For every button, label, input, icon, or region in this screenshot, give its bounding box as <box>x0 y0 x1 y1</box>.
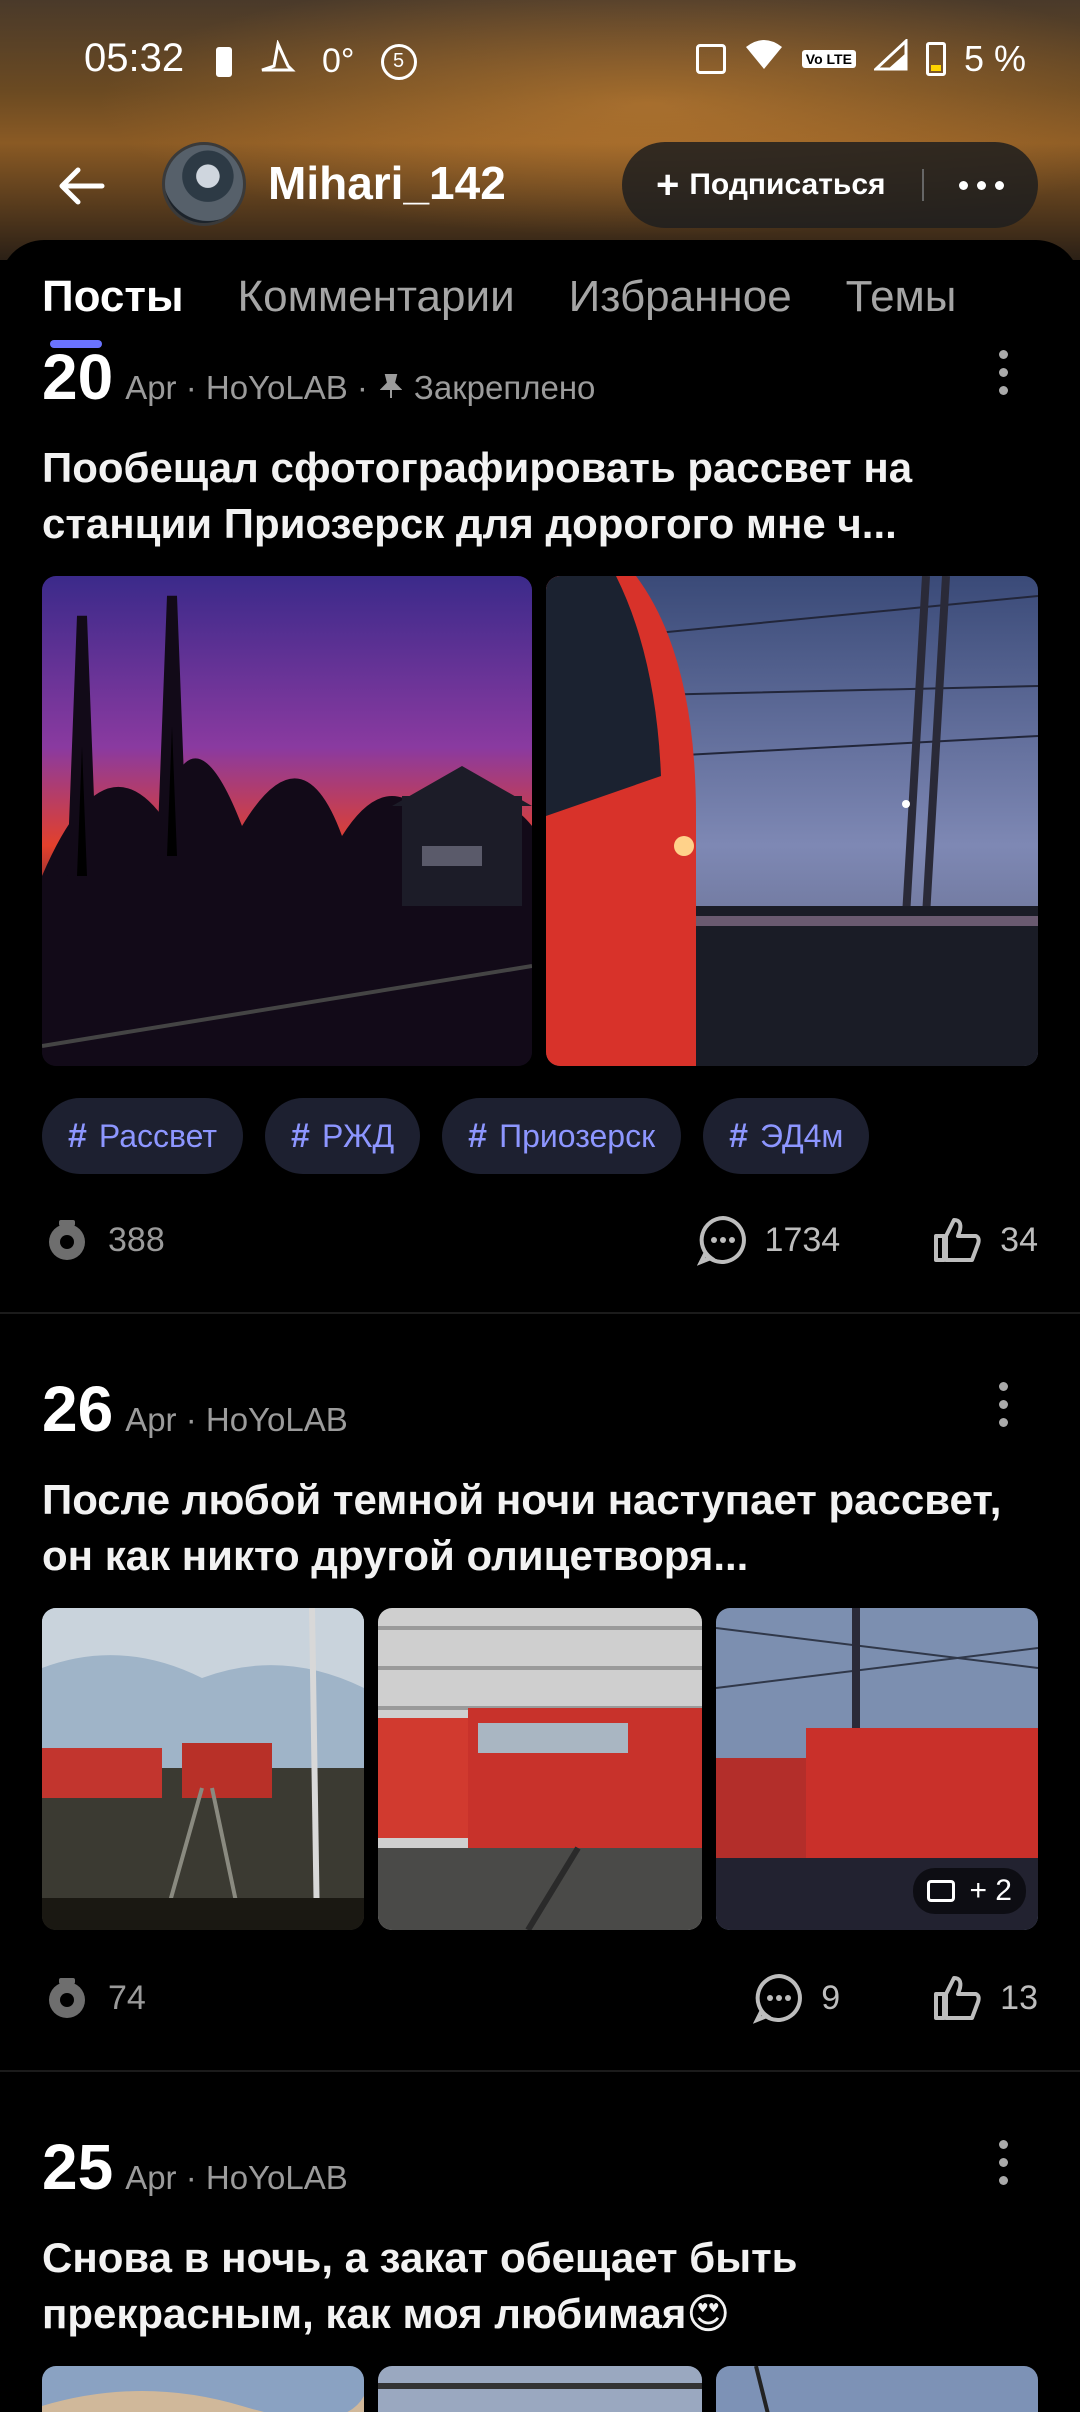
comments-count: 1734 <box>764 1220 841 1259</box>
status-right-icons: Vo LTE 5 % <box>695 37 1026 80</box>
hash-icon: # <box>291 1116 310 1155</box>
image-stack-icon <box>927 1880 956 1902</box>
post-image[interactable] <box>378 1608 702 1930</box>
tab-favorites[interactable]: Избранное <box>569 272 792 322</box>
post-image[interactable] <box>378 2366 702 2412</box>
comment-icon <box>753 1973 803 2024</box>
post-meta: 20 Apr · HoYoLAB · Закреплено <box>42 340 595 414</box>
post-meta: 26 Apr · HoYoLAB <box>42 1372 348 1446</box>
pinned-label: Закреплено <box>413 369 596 406</box>
like-button[interactable]: 13 <box>932 1972 1038 2024</box>
more-options-button[interactable] <box>924 180 1038 190</box>
signal-icon <box>872 37 908 80</box>
pin-icon <box>379 369 403 407</box>
comment-icon <box>696 1215 746 1266</box>
battery-icon <box>925 42 946 76</box>
post-meta: 25 Apr · HoYoLAB <box>42 2130 348 2204</box>
status-time: 05:32 <box>84 36 185 80</box>
post-source: Apr · HoYoLAB <box>125 2159 348 2196</box>
views-count: 74 <box>108 1978 146 2017</box>
volte-icon: Vo LTE <box>801 50 856 68</box>
follow-button[interactable]: + Подписаться <box>622 163 922 207</box>
status-temperature: 0° <box>322 42 355 80</box>
follow-label: Подписаться <box>689 168 886 201</box>
views-stat: 388 <box>42 1218 165 1262</box>
post-menu-button[interactable] <box>998 2140 1008 2185</box>
post-card[interactable]: 26 Apr · HoYoLAB После любой темной ночи… <box>0 1372 1080 1579</box>
more-images-count: + 2 <box>969 1874 1012 1907</box>
post-image[interactable]: + 2 <box>716 1608 1038 1930</box>
tag-chip[interactable]: # Рассвет <box>42 1098 244 1174</box>
views-eye-icon <box>49 1978 85 2018</box>
hash-icon: # <box>729 1116 749 1155</box>
tab-comments[interactable]: Комментарии <box>238 272 515 322</box>
comments-count: 9 <box>821 1978 841 2017</box>
post-source: Apr · HoYoLAB · <box>125 369 368 406</box>
post-day: 26 <box>42 1373 114 1445</box>
more-dot <box>994 180 1004 190</box>
tag-chip[interactable]: # ЭД4м <box>703 1098 870 1174</box>
post-stats: 74 9 13 <box>42 1968 1038 2028</box>
plus-icon: + <box>656 163 680 207</box>
username[interactable]: Mihari_142 <box>268 156 506 210</box>
post-day: 25 <box>42 2131 114 2203</box>
post-title[interactable]: Снова в ночь, а закат обещает быть прекр… <box>42 2230 1042 2342</box>
post-image[interactable] <box>42 576 532 1066</box>
comments-button[interactable]: 9 <box>753 1972 840 2024</box>
post-image[interactable] <box>42 2366 364 2412</box>
post-image[interactable] <box>716 2366 1038 2412</box>
more-dots-icon <box>958 180 968 190</box>
post-title[interactable]: Пообещал сфотографировать рассвет на ста… <box>42 440 1042 552</box>
header-actions: + Подписаться <box>622 142 1038 228</box>
views-eye-icon <box>49 1220 85 1260</box>
wifi-icon <box>744 38 784 80</box>
views-stat: 74 <box>42 1976 146 2020</box>
tag-chip[interactable]: # РЖД <box>265 1098 421 1174</box>
comments-button[interactable]: 1734 <box>696 1214 841 1266</box>
more-images-badge: + 2 <box>913 1868 1026 1914</box>
post-title[interactable]: После любой темной ночи наступает рассве… <box>42 1472 1042 1584</box>
post-separator <box>0 2070 1080 2072</box>
tag-chip[interactable]: # Приозерск <box>442 1098 682 1174</box>
notification-count-badge: 5 <box>380 43 417 80</box>
tab-topics[interactable]: Темы <box>846 272 957 322</box>
back-arrow-icon <box>59 167 105 205</box>
post-tags: # Рассвет # РЖД # Приозерск # ЭД4м <box>42 1098 870 1174</box>
status-bar: 05:32 0° 5 Vo LTE 5 % <box>0 0 1080 124</box>
like-button[interactable]: 34 <box>932 1214 1038 1266</box>
back-button[interactable] <box>50 154 114 218</box>
like-thumb-icon <box>934 1218 981 1262</box>
views-count: 388 <box>108 1220 165 1259</box>
post-image[interactable] <box>42 1608 364 1930</box>
nfc-icon <box>695 44 726 74</box>
likes-count: 34 <box>1000 1220 1038 1259</box>
hash-icon: # <box>468 1116 488 1155</box>
tab-posts[interactable]: Посты <box>42 272 184 322</box>
post-stats: 388 1734 34 <box>42 1210 1038 1270</box>
hash-icon: # <box>68 1116 87 1155</box>
status-left-icons: 0° 5 <box>216 39 417 83</box>
tag-label: ЭД4м <box>760 1117 844 1154</box>
battery-saver-icon <box>216 46 232 77</box>
tag-label: РЖД <box>321 1117 395 1154</box>
like-thumb-icon <box>934 1976 981 2020</box>
avatar[interactable] <box>162 142 246 226</box>
post-menu-button[interactable] <box>998 350 1008 395</box>
post-source: Apr · HoYoLAB <box>125 1401 348 1438</box>
profile-tabs: Посты Комментарии Избранное Темы <box>42 272 956 322</box>
post-separator <box>0 1312 1080 1314</box>
content-sheet: Посты Комментарии Избранное Темы 20 Apr … <box>0 240 1080 2412</box>
tag-label: Рассвет <box>98 1117 218 1154</box>
post-menu-button[interactable] <box>998 1382 1008 1427</box>
post-card[interactable]: 25 Apr · HoYoLAB Снова в ночь, а закат о… <box>0 2130 1080 2337</box>
profile-header: Mihari_142 + Подписаться <box>0 136 1080 236</box>
battery-percent: 5 % <box>963 38 1026 79</box>
likes-count: 13 <box>1000 1978 1038 2017</box>
post-day: 20 <box>42 341 114 413</box>
weather-icon <box>258 39 296 83</box>
more-dot <box>976 180 986 190</box>
tag-label: Приозерск <box>499 1117 656 1154</box>
post-image[interactable] <box>546 576 1038 1066</box>
